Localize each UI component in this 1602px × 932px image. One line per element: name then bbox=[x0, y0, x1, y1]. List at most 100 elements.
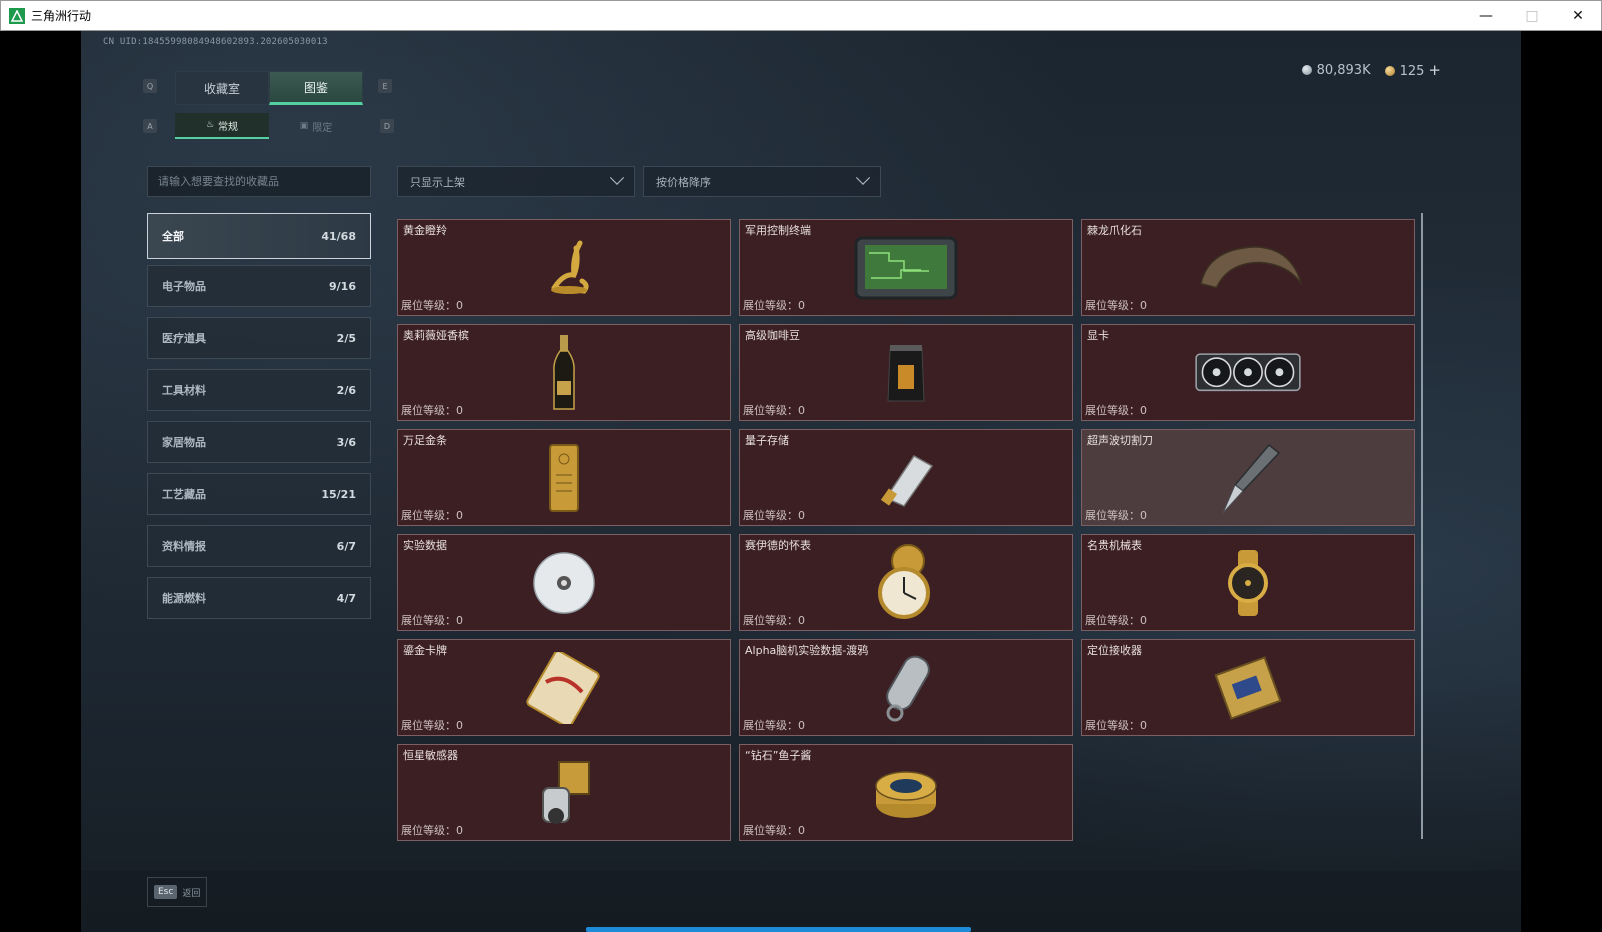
item-level-value: 0 bbox=[1140, 404, 1147, 417]
subtab-limited-label: 限定 bbox=[312, 122, 333, 134]
collection-item-card[interactable]: 高级咖啡豆 展位等级：0 bbox=[739, 324, 1073, 421]
item-level-value: 0 bbox=[798, 509, 805, 522]
item-level-value: 0 bbox=[1140, 614, 1147, 627]
item-name: 显卡 bbox=[1087, 329, 1109, 342]
silver-amount: 80,893K bbox=[1316, 62, 1371, 78]
minimize-button[interactable]: — bbox=[1463, 1, 1509, 31]
item-level: 展位等级：0 bbox=[1085, 507, 1147, 523]
category-count: 15/21 bbox=[321, 487, 356, 501]
item-level: 展位等级：0 bbox=[1085, 612, 1147, 628]
wristwatch-icon bbox=[1193, 543, 1303, 623]
category-list: 全部 41/68 电子物品 9/16 医疗道具 2/5 工具材料 2/6 家居物品 3/6… bbox=[147, 213, 371, 629]
chevron-down-icon bbox=[609, 170, 625, 185]
collection-item-card[interactable]: 军用控制终端 展位等级：0 bbox=[739, 219, 1073, 316]
collection-item-card[interactable]: 黄金瞪羚展位等级：0 bbox=[397, 219, 731, 316]
category-count: 4/7 bbox=[336, 591, 356, 605]
claw-icon bbox=[1193, 228, 1303, 308]
window-titlebar: 三角洲行动 — □ ✕ bbox=[0, 0, 1602, 31]
collection-item-card[interactable]: 显卡展位等级：0 bbox=[1081, 324, 1415, 421]
item-level: 展位等级：0 bbox=[743, 507, 805, 523]
close-button[interactable]: ✕ bbox=[1555, 1, 1601, 31]
pocket-watch-icon bbox=[851, 543, 961, 623]
item-level: 展位等级：0 bbox=[1085, 402, 1147, 418]
grid-scrollbar[interactable] bbox=[1421, 213, 1423, 839]
collection-item-card[interactable]: 赛伊德的怀表 展位等级：0 bbox=[739, 534, 1073, 631]
add-currency-button[interactable]: + bbox=[1428, 61, 1441, 79]
item-level-label: 展位等级： bbox=[401, 299, 456, 312]
tab-collection-room[interactable]: 收藏室 bbox=[175, 71, 269, 105]
category-label: 工具材料 bbox=[162, 384, 206, 397]
item-level: 展位等级：0 bbox=[401, 507, 463, 523]
back-button[interactable]: Esc 返回 bbox=[147, 877, 207, 907]
collection-item-card[interactable]: 定位接收器 展位等级：0 bbox=[1081, 639, 1415, 736]
collection-item-card[interactable]: 名贵机械表 展位等级：0 bbox=[1081, 534, 1415, 631]
category-label: 能源燃料 bbox=[162, 592, 206, 605]
listing-filter-dropdown[interactable]: 只显示上架 bbox=[397, 166, 635, 197]
item-level-value: 0 bbox=[1140, 299, 1147, 312]
item-level: 展位等级：0 bbox=[401, 612, 463, 628]
category-count: 2/6 bbox=[336, 383, 356, 397]
category-tools[interactable]: 工具材料 2/6 bbox=[147, 369, 371, 411]
item-level-value: 0 bbox=[456, 824, 463, 837]
item-level-label: 展位等级： bbox=[401, 509, 456, 522]
collection-item-card[interactable]: 鎏金卡牌 展位等级：0 bbox=[397, 639, 731, 736]
flame-icon: ♨ bbox=[205, 120, 215, 130]
subtab-regular-label: 常规 bbox=[218, 121, 239, 133]
category-crafts[interactable]: 工艺藏品 15/21 bbox=[147, 473, 371, 515]
category-intel[interactable]: 资料情报 6/7 bbox=[147, 525, 371, 567]
item-level: 展位等级：0 bbox=[401, 822, 463, 838]
subtab-regular[interactable]: ♨ 常规 bbox=[175, 113, 269, 139]
item-level-label: 展位等级： bbox=[743, 404, 798, 417]
maximize-button[interactable]: □ bbox=[1509, 1, 1555, 31]
category-energy[interactable]: 能源燃料 4/7 bbox=[147, 577, 371, 619]
collection-item-card[interactable]: 实验数据 展位等级：0 bbox=[397, 534, 731, 631]
category-label: 家居物品 bbox=[162, 436, 206, 449]
search-input[interactable] bbox=[147, 166, 371, 197]
collection-item-card[interactable]: Alpha脑机实验数据-渡鸦 展位等级：0 bbox=[739, 639, 1073, 736]
gpu-icon bbox=[1193, 333, 1303, 413]
item-level-label: 展位等级： bbox=[743, 509, 798, 522]
loading-bar bbox=[586, 927, 971, 932]
coffee-bag-icon bbox=[851, 333, 961, 413]
key-hint-q: Q bbox=[143, 79, 157, 93]
tab-catalog[interactable]: 图鉴 bbox=[269, 71, 363, 105]
item-level: 展位等级：0 bbox=[401, 297, 463, 313]
listing-filter-value: 只显示上架 bbox=[410, 175, 465, 189]
silver-coin-icon bbox=[1301, 64, 1312, 75]
item-name: 鎏金卡牌 bbox=[403, 644, 447, 657]
collection-item-card[interactable]: 万足金条 展位等级：0 bbox=[397, 429, 731, 526]
key-hint-d: D bbox=[380, 119, 394, 133]
collection-item-card[interactable]: 恒星敏感器 展位等级：0 bbox=[397, 744, 731, 841]
category-all[interactable]: 全部 41/68 bbox=[147, 213, 371, 259]
gold-amount: 125 bbox=[1399, 64, 1425, 79]
item-name: 量子存储 bbox=[745, 434, 789, 447]
collection-item-card[interactable]: 棘龙爪化石 展位等级：0 bbox=[1081, 219, 1415, 316]
category-count: 6/7 bbox=[336, 539, 356, 553]
capsule-icon bbox=[851, 648, 961, 728]
item-level-label: 展位等级： bbox=[401, 404, 456, 417]
item-name: Alpha脑机实验数据-渡鸦 bbox=[745, 644, 869, 657]
item-level-label: 展位等级： bbox=[401, 719, 456, 732]
collection-item-card[interactable]: 量子存储展位等级：0 bbox=[739, 429, 1073, 526]
category-medical[interactable]: 医疗道具 2/5 bbox=[147, 317, 371, 359]
item-level-label: 展位等级： bbox=[743, 299, 798, 312]
category-label: 全部 bbox=[162, 230, 184, 243]
item-name: 赛伊德的怀表 bbox=[745, 539, 811, 552]
caviar-icon bbox=[851, 753, 961, 833]
item-level-value: 0 bbox=[1140, 509, 1147, 522]
collection-item-card[interactable]: 超声波切割刀 展位等级：0 bbox=[1081, 429, 1415, 526]
item-name: 黄金瞪羚 bbox=[403, 224, 447, 237]
item-level-label: 展位等级： bbox=[401, 824, 456, 837]
category-household[interactable]: 家居物品 3/6 bbox=[147, 421, 371, 463]
collection-item-card[interactable]: “钻石”鱼子酱 展位等级：0 bbox=[739, 744, 1073, 841]
gold-currency: 125 + bbox=[1384, 61, 1441, 79]
gold-bar-icon bbox=[509, 438, 619, 518]
item-level-value: 0 bbox=[456, 509, 463, 522]
currency-bar: 80,893K 125 + bbox=[1301, 61, 1441, 79]
collection-item-card[interactable]: 奥莉薇娅香槟 展位等级：0 bbox=[397, 324, 731, 421]
category-electronics[interactable]: 电子物品 9/16 bbox=[147, 265, 371, 307]
subtab-limited[interactable]: ▣ 限定 bbox=[269, 113, 363, 139]
item-level: 展位等级：0 bbox=[1085, 297, 1147, 313]
receiver-icon bbox=[1193, 648, 1303, 728]
sort-dropdown[interactable]: 按价格降序 bbox=[643, 166, 881, 197]
